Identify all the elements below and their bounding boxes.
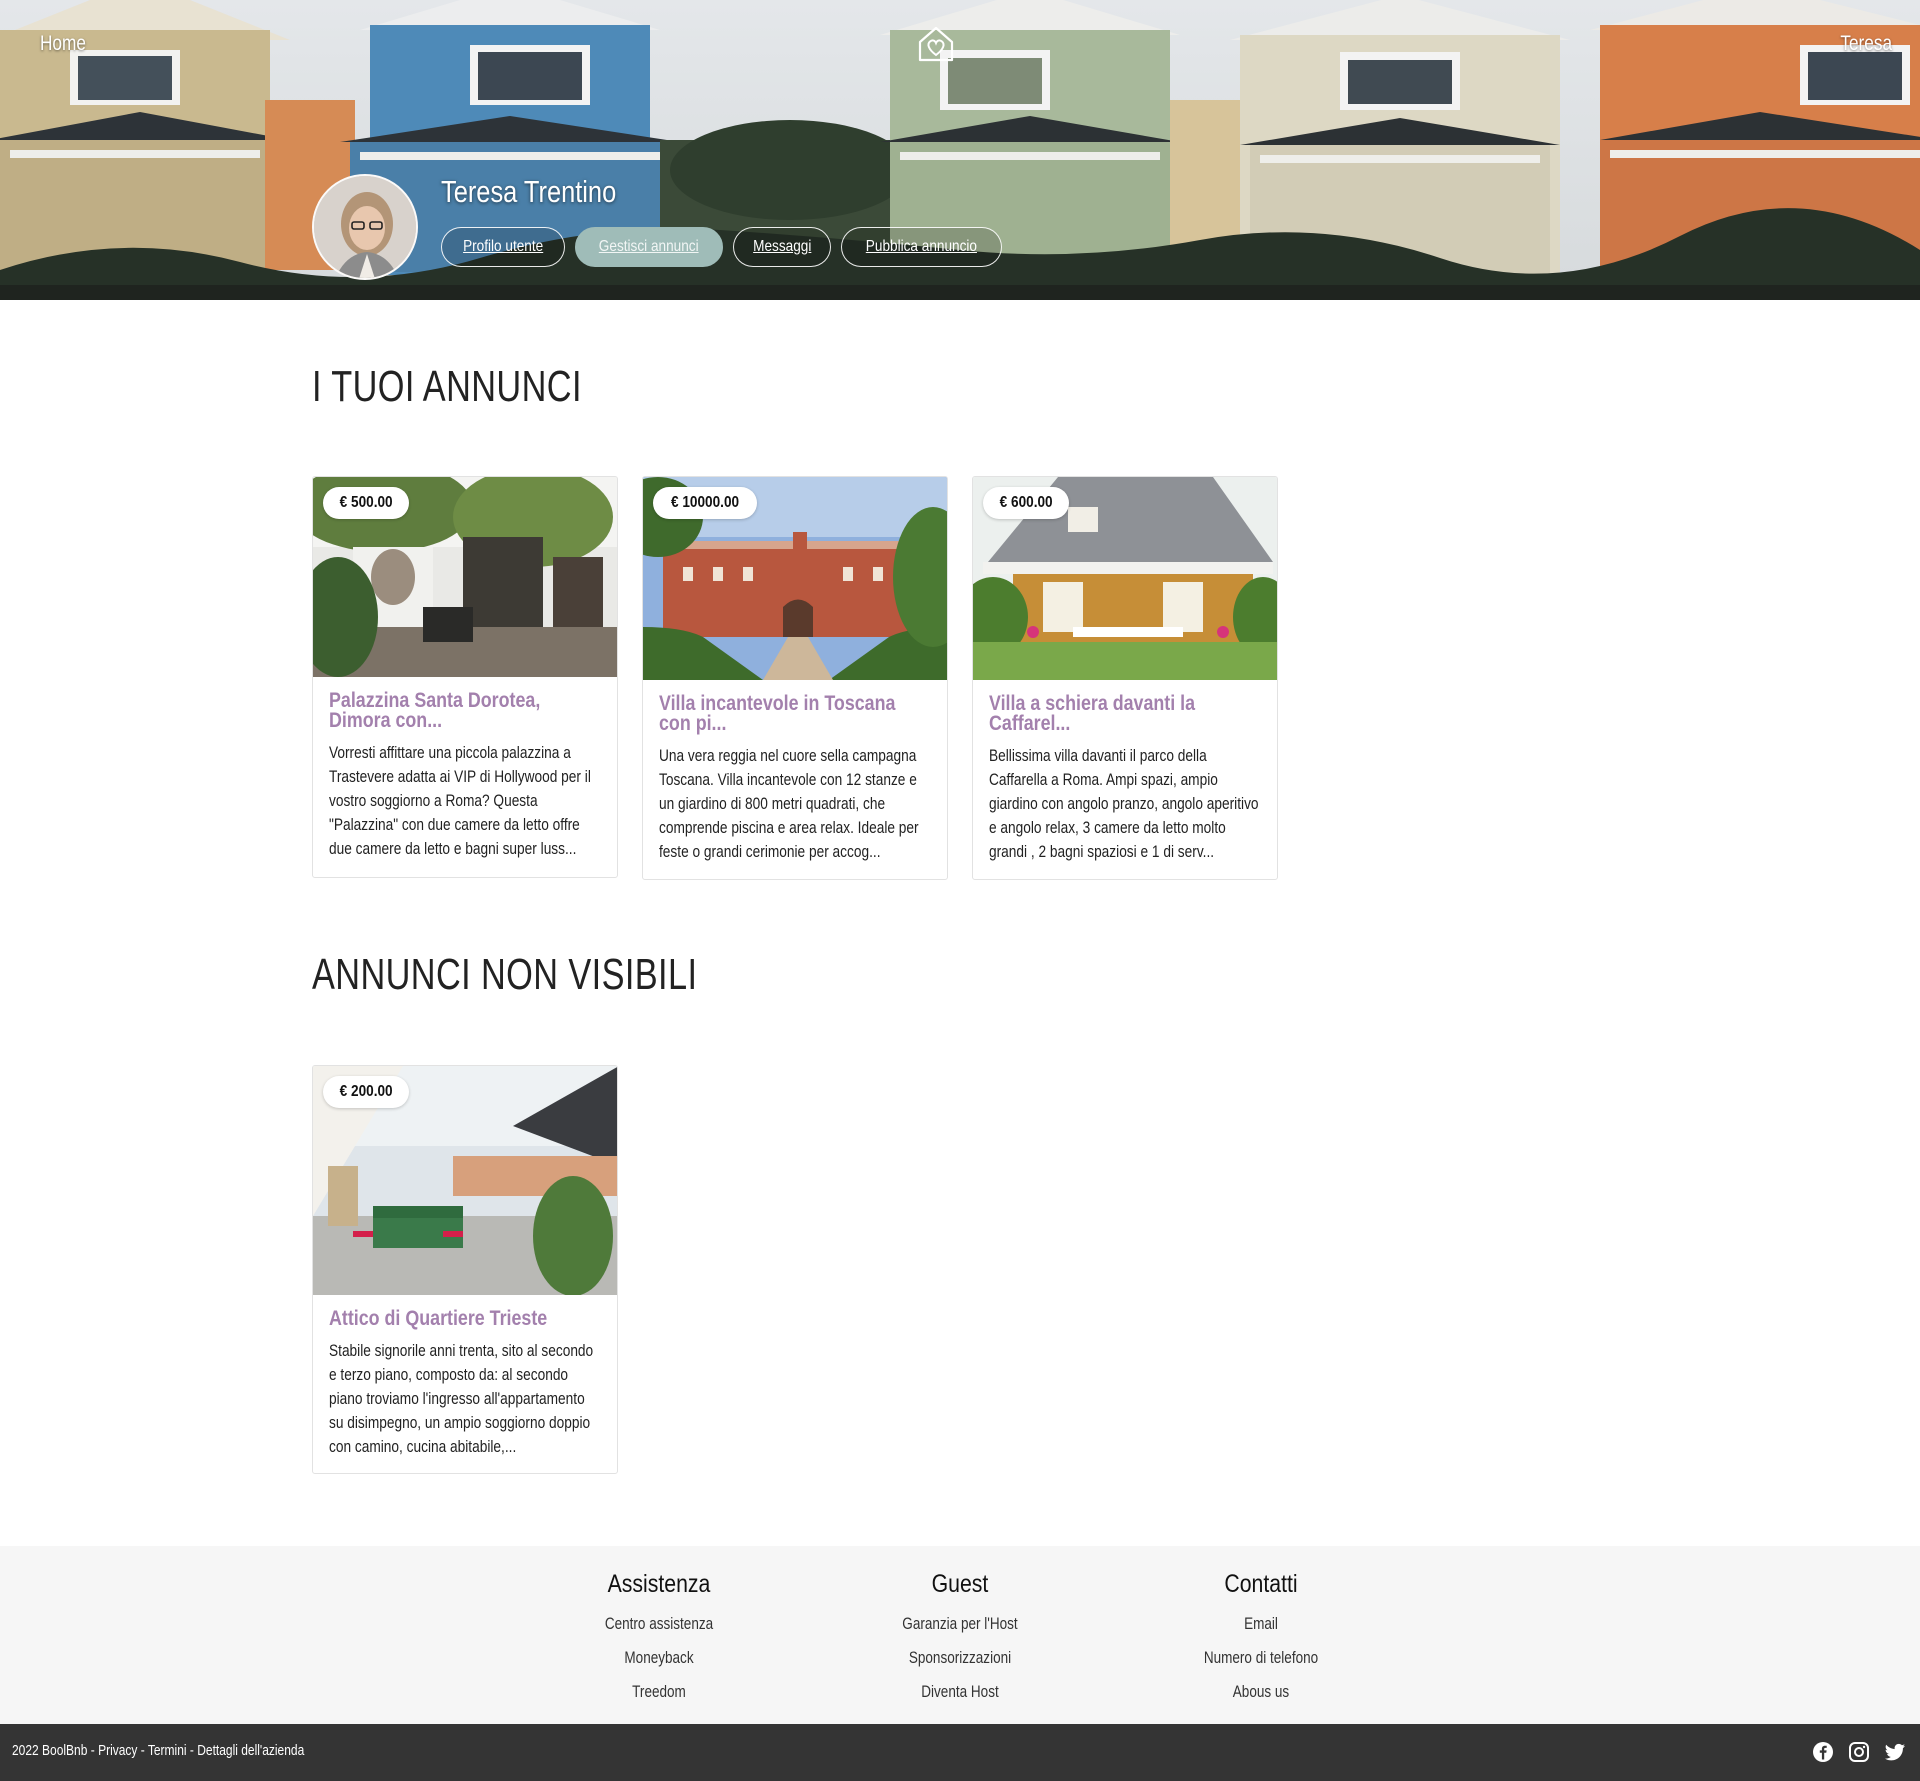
footer-link[interactable]: Email (1163, 1607, 1360, 1641)
listing-image[interactable]: € 500.00 (313, 477, 617, 677)
footer: Assistenza Centro assistenza Moneyback T… (0, 1546, 1920, 1724)
profile-name: Teresa Trentino (441, 174, 617, 209)
price-badge: € 10000.00 (653, 487, 758, 519)
nav-user-menu[interactable]: Teresa (1840, 32, 1892, 56)
footer-link[interactable]: Moneyback (561, 1641, 758, 1675)
twitter-icon[interactable] (1884, 1741, 1906, 1763)
listing-title[interactable]: Villa incantevole in Toscana con pi... (659, 693, 931, 734)
tab-messaggi[interactable]: Messaggi (732, 227, 832, 267)
listing-description: Stabile signorile anni trenta, sito al s… (329, 1342, 594, 1456)
footer-link[interactable]: Abous us (1163, 1675, 1360, 1709)
privacy-link[interactable]: Privacy (98, 1742, 137, 1759)
listing-title[interactable]: Villa a schiera davanti la Caffarel... (989, 693, 1261, 734)
profile-tabs: Profilo utente Gestisci annunci Messaggi… (441, 227, 1002, 267)
company-details-link[interactable]: Dettagli dell'azienda (197, 1742, 304, 1759)
nav-home-link[interactable]: Home (40, 32, 86, 56)
listing-description: Vorresti affittare una piccola palazzina… (329, 744, 591, 858)
tab-label: Messaggi (752, 238, 812, 255)
listing-description: Bellissima villa davanti il parco della … (989, 747, 1259, 861)
listing-card[interactable]: € 200.00 Attico di Quartiere Trieste Sta… (312, 1065, 618, 1474)
footer-link[interactable]: Numero di telefono (1163, 1641, 1360, 1675)
listing-card[interactable]: € 10000.00 Villa incantevole in Toscana … (642, 476, 948, 880)
footer-link[interactable]: Garanzia per l'Host (862, 1607, 1059, 1641)
footer-link[interactable]: Treedom (561, 1675, 758, 1709)
tab-gestisci-annunci[interactable]: Gestisci annunci (575, 227, 723, 267)
copyright-line: 2022 BoolBnb - Privacy - Termini - Detta… (12, 1742, 305, 1759)
copyright-text: 2022 BoolBnb (12, 1742, 88, 1759)
social-links (1812, 1741, 1906, 1763)
listing-title[interactable]: Attico di Quartiere Trieste (329, 1308, 601, 1329)
listing-image[interactable]: € 200.00 (313, 1066, 617, 1295)
price-badge: € 500.00 (323, 487, 410, 519)
listing-card[interactable]: € 600.00 Villa a schiera davanti la Caff… (972, 476, 1278, 880)
footer-column-contatti: Contatti Email Numero di telefono Abous … (1141, 1570, 1381, 1709)
listing-image[interactable]: € 600.00 (973, 477, 1277, 680)
section-title-hidden: ANNUNCI NON VISIBILI (312, 950, 698, 999)
listing-image[interactable]: € 10000.00 (643, 477, 947, 680)
user-avatar (312, 174, 418, 280)
instagram-icon[interactable] (1848, 1741, 1870, 1763)
listing-title[interactable]: Palazzina Santa Dorotea, Dimora con... (329, 690, 601, 731)
price-badge: € 200.00 (323, 1076, 410, 1108)
tab-label: Pubblica annuncio (865, 238, 978, 255)
footer-link[interactable]: Centro assistenza (561, 1607, 758, 1641)
tab-label: Gestisci annunci (599, 238, 699, 255)
footer-column-guest: Guest Garanzia per l'Host Sponsorizzazio… (840, 1570, 1080, 1709)
footer-column-assistenza: Assistenza Centro assistenza Moneyback T… (539, 1570, 779, 1709)
footer-column-title: Guest (931, 1570, 989, 1598)
boolbnb-logo-icon[interactable] (916, 24, 956, 64)
hero-banner: Home Teresa Teresa Trentino Profilo uten… (0, 0, 1920, 300)
tab-pubblica-annuncio[interactable]: Pubblica annuncio (841, 227, 1002, 267)
facebook-icon[interactable] (1812, 1741, 1834, 1763)
footer-bottom-bar: 2022 BoolBnb - Privacy - Termini - Detta… (0, 1724, 1920, 1781)
terms-link[interactable]: Termini (148, 1742, 187, 1759)
price-badge: € 600.00 (983, 487, 1070, 519)
footer-column-title: Contatti (1224, 1570, 1298, 1598)
tab-label: Profilo utente (463, 238, 544, 255)
footer-link[interactable]: Sponsorizzazioni (862, 1641, 1059, 1675)
tab-profilo-utente[interactable]: Profilo utente (441, 227, 566, 267)
footer-column-title: Assistenza (607, 1570, 711, 1598)
listing-description: Una vera reggia nel cuore sella campagna… (659, 747, 919, 861)
listing-card[interactable]: € 500.00 Palazzina Santa Dorotea, Dimora… (312, 476, 618, 878)
section-title-visible: I TUOI ANNUNCI (312, 362, 582, 411)
footer-link[interactable]: Diventa Host (862, 1675, 1059, 1709)
